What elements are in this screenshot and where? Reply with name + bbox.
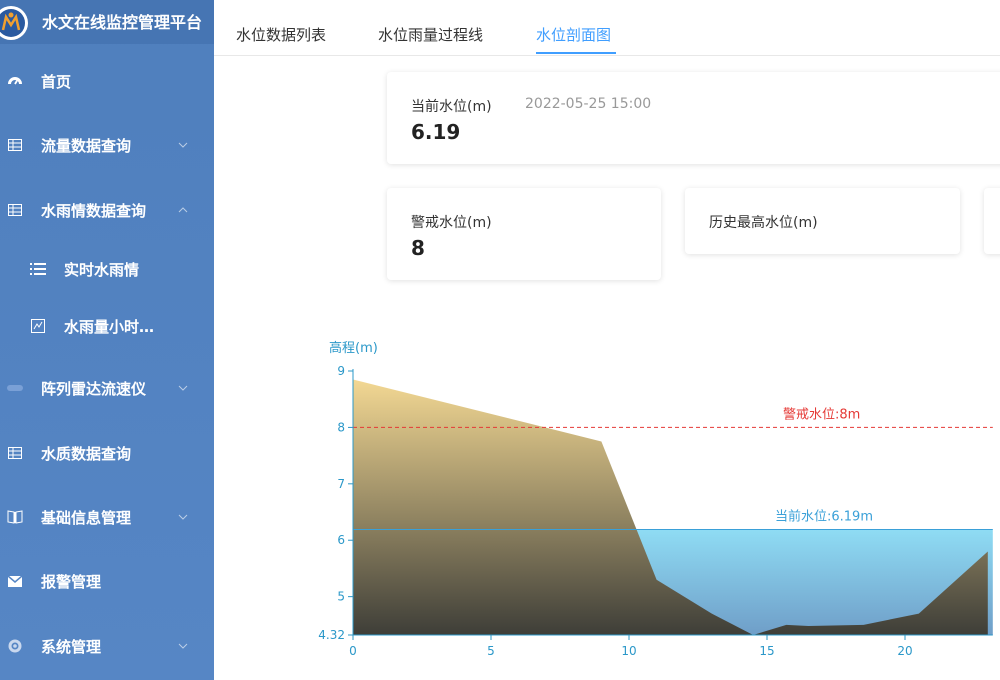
table-icon bbox=[6, 136, 24, 154]
sidebar-item-radar[interactable]: 阵列雷达流速仪 bbox=[0, 368, 214, 408]
sidebar-item-alarm[interactable]: 报警管理 bbox=[0, 561, 214, 601]
active-tab-indicator bbox=[536, 52, 616, 54]
sidebar-item-label: 水雨情数据查询 bbox=[41, 201, 147, 220]
sidebar-item-label: 水雨量小时… bbox=[64, 317, 155, 336]
table-icon bbox=[6, 444, 24, 462]
history-max-card: 历史最高水位(m) bbox=[685, 188, 960, 254]
chevron-down-icon bbox=[178, 385, 188, 391]
current-level-label: 当前水位(m) bbox=[411, 99, 492, 115]
sidebar: 水文在线监控管理平台 首页 流量数据查询 水雨情数据查询 实时水雨情 水雨量小时… bbox=[0, 0, 214, 680]
tab-water-rain-process[interactable]: 水位雨量过程线 bbox=[378, 24, 483, 45]
sidebar-item-label: 系统管理 bbox=[41, 637, 102, 656]
chart-box-icon bbox=[29, 317, 47, 335]
tab-bar: 水位数据列表 水位雨量过程线 水位剖面图 bbox=[214, 0, 1000, 56]
current-level-label: 当前水位:6.19m bbox=[775, 509, 873, 525]
app-title: 水文在线监控管理平台 bbox=[42, 13, 203, 32]
x-tick-label: 5 bbox=[487, 644, 495, 658]
sidebar-item-label: 基础信息管理 bbox=[41, 508, 132, 527]
warning-level-value: 8 bbox=[411, 236, 425, 260]
list-icon bbox=[29, 260, 47, 278]
sidebar-item-hourly-rain[interactable]: 水雨量小时… bbox=[0, 306, 214, 346]
x-tick-label: 20 bbox=[897, 644, 912, 658]
book-icon bbox=[6, 508, 24, 526]
chevron-down-icon bbox=[178, 514, 188, 520]
brand-header: 水文在线监控管理平台 bbox=[0, 0, 214, 44]
sidebar-item-home[interactable]: 首页 bbox=[0, 61, 214, 101]
y-axis-title: 高程(m) bbox=[329, 340, 378, 356]
x-tick-label: 10 bbox=[621, 644, 636, 658]
sidebar-item-label: 阵列雷达流速仪 bbox=[41, 379, 147, 398]
sidebar-item-label: 水质数据查询 bbox=[41, 444, 132, 463]
current-level-card: 当前水位(m) 2022-05-25 15:00 6.19 bbox=[387, 72, 1000, 164]
sidebar-item-label: 报警管理 bbox=[41, 572, 102, 591]
tab-water-profile[interactable]: 水位剖面图 bbox=[536, 24, 611, 45]
x-tick-label: 0 bbox=[349, 644, 357, 658]
sidebar-item-flow-query[interactable]: 流量数据查询 bbox=[0, 125, 214, 165]
x-tick-label: 15 bbox=[759, 644, 774, 658]
sidebar-item-realtime-rain[interactable]: 实时水雨情 bbox=[0, 249, 214, 289]
history-max-label: 历史最高水位(m) bbox=[709, 215, 818, 231]
chevron-down-icon bbox=[178, 643, 188, 649]
current-level-value: 6.19 bbox=[411, 120, 461, 144]
sidebar-item-label: 流量数据查询 bbox=[41, 136, 132, 155]
table-icon bbox=[6, 201, 24, 219]
sidebar-item-label: 实时水雨情 bbox=[64, 260, 140, 279]
sidebar-item-water-quality[interactable]: 水质数据查询 bbox=[0, 433, 214, 473]
app-root: 水文在线监控管理平台 首页 流量数据查询 水雨情数据查询 实时水雨情 水雨量小时… bbox=[0, 0, 1000, 680]
y-tick-label: 9 bbox=[337, 364, 345, 378]
mail-icon bbox=[6, 572, 24, 590]
y-tick-label: 5 bbox=[337, 590, 345, 604]
water-profile-chart: 当前水位:6.19m 警戒水位:8m 高程(m) 4.32 5 6 7 8 9 0 5 10 15 20 bbox=[318, 340, 993, 658]
tab-water-level-list[interactable]: 水位数据列表 bbox=[236, 24, 326, 45]
sidebar-item-rain-water-query[interactable]: 水雨情数据查询 bbox=[0, 190, 214, 230]
warning-level-card: 警戒水位(m) 8 bbox=[387, 188, 661, 280]
sidebar-item-base-info[interactable]: 基础信息管理 bbox=[0, 497, 214, 537]
y-tick-label: 6 bbox=[337, 533, 345, 547]
y-tick-label: 8 bbox=[337, 420, 345, 434]
gear-icon bbox=[6, 637, 24, 655]
y-tick-label: 4.32 bbox=[318, 628, 345, 642]
warning-level-label: 警戒水位:8m bbox=[783, 406, 860, 422]
chevron-up-icon bbox=[178, 207, 188, 213]
warning-level-label: 警戒水位(m) bbox=[411, 215, 492, 231]
extra-card bbox=[984, 188, 1000, 254]
sidebar-item-system[interactable]: 系统管理 bbox=[0, 626, 214, 666]
dashboard-icon bbox=[6, 72, 24, 90]
y-tick-label: 7 bbox=[337, 477, 345, 491]
logo-icon bbox=[0, 6, 28, 40]
radar-icon bbox=[6, 379, 24, 397]
current-level-time: 2022-05-25 15:00 bbox=[525, 96, 652, 112]
sidebar-item-label: 首页 bbox=[41, 72, 72, 91]
chevron-down-icon bbox=[178, 142, 188, 148]
